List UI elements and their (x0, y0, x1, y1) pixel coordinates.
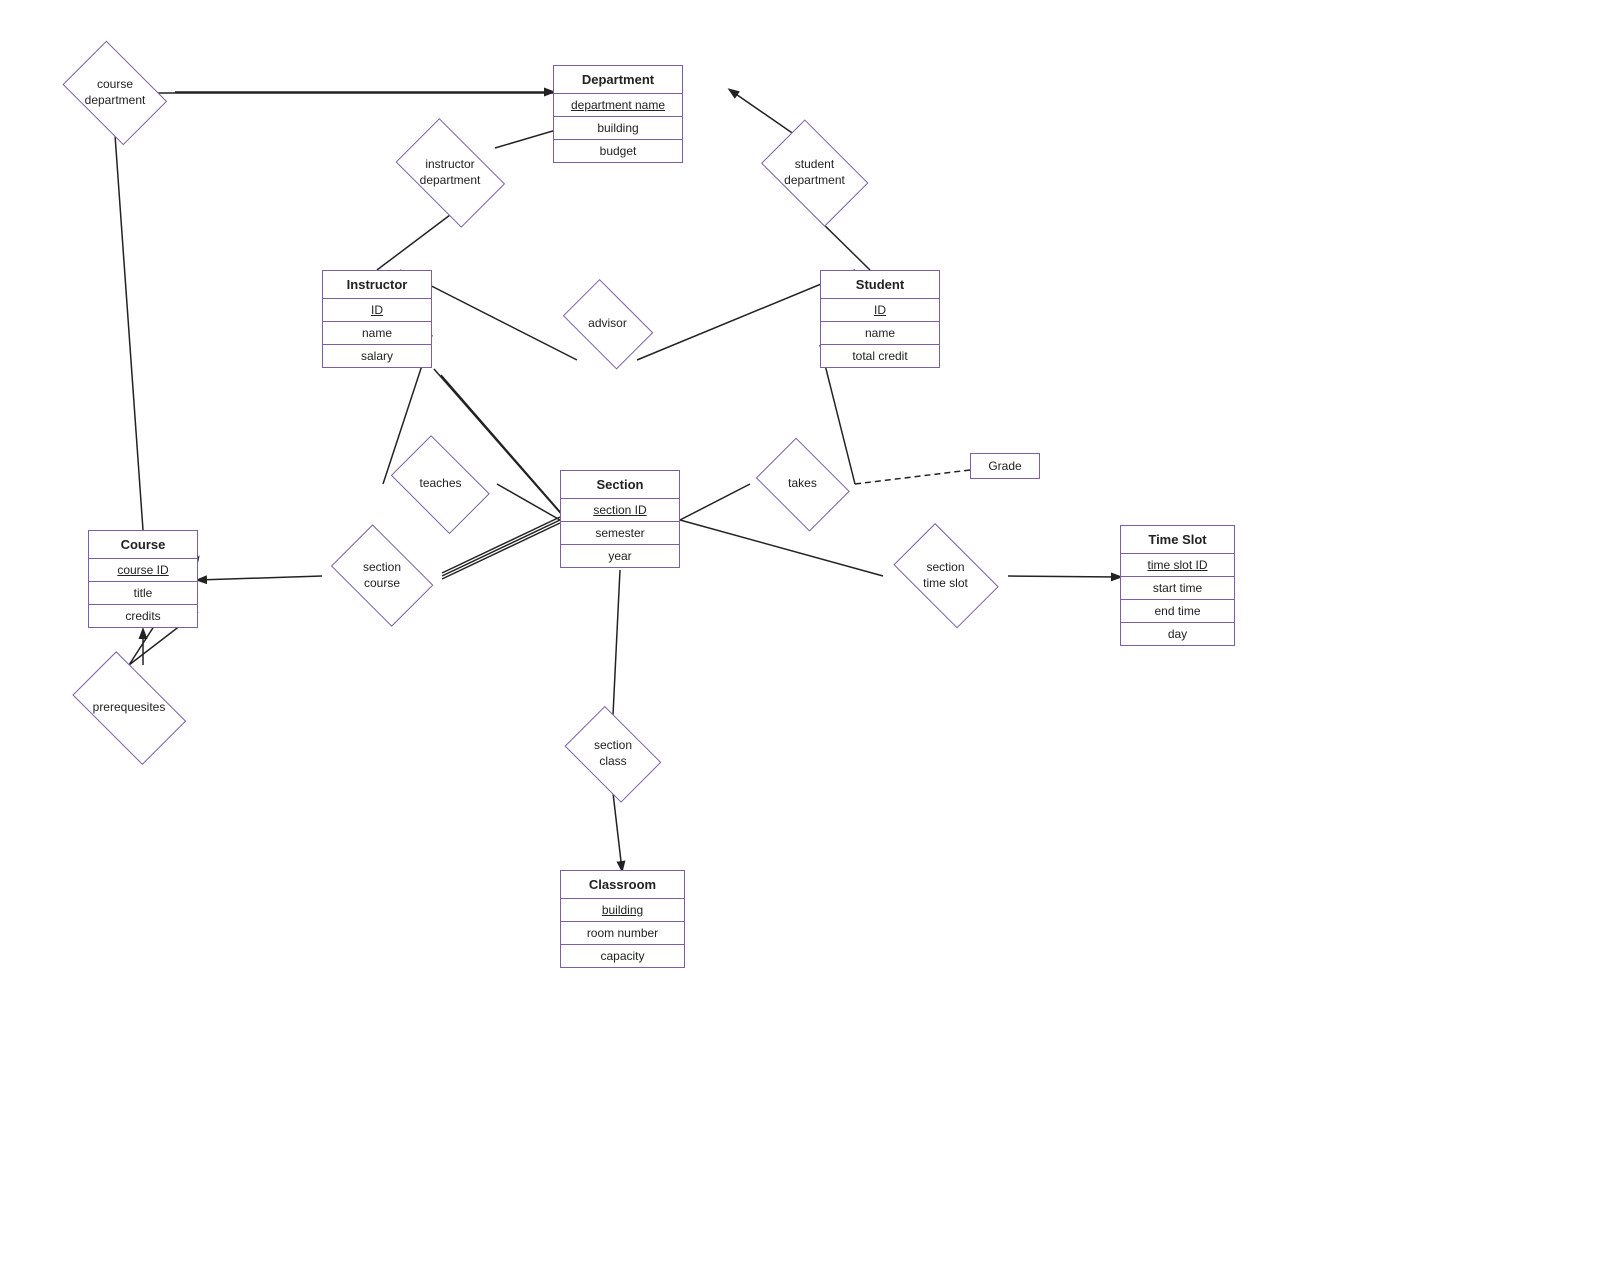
student-attr-id: ID (821, 299, 939, 322)
advisor-label: advisor (588, 316, 627, 332)
classroom-title: Classroom (561, 871, 684, 899)
section-attr-semester: semester (561, 522, 679, 545)
instructor-attr-id: ID (323, 299, 431, 322)
department-attr-building: building (554, 117, 682, 140)
advisor-diamond: advisor (555, 288, 660, 360)
course-attr-credits: credits (89, 605, 197, 627)
student-department-label: studentdepartment (784, 157, 845, 188)
timeslot-entity: Time Slot time slot ID start time end ti… (1120, 525, 1235, 646)
takes-diamond: takes (750, 445, 855, 523)
section-title: Section (561, 471, 679, 499)
section-class-diamond: sectionclass (557, 715, 669, 793)
course-department-diamond: coursedepartment (55, 50, 175, 135)
takes-label: takes (788, 476, 817, 492)
instructor-attr-name: name (323, 322, 431, 345)
grade-box: Grade (970, 453, 1040, 479)
timeslot-attr-id: time slot ID (1121, 554, 1234, 577)
classroom-entity: Classroom building room number capacity (560, 870, 685, 968)
instructor-attr-salary: salary (323, 345, 431, 367)
teaches-label: teaches (419, 476, 461, 492)
student-attr-credit: total credit (821, 345, 939, 367)
instructor-entity: Instructor ID name salary (322, 270, 432, 368)
classroom-attr-building: building (561, 899, 684, 922)
section-course-diamond: sectioncourse (322, 535, 442, 617)
instructor-title: Instructor (323, 271, 431, 299)
section-course-label: sectioncourse (363, 560, 401, 591)
course-attr-title: title (89, 582, 197, 605)
course-attr-id: course ID (89, 559, 197, 582)
student-department-diamond: studentdepartment (752, 130, 877, 215)
prereqs-label: prerequesites (93, 700, 166, 716)
instructor-department-diamond: instructordepartment (385, 130, 515, 215)
classroom-attr-room: room number (561, 922, 684, 945)
classroom-attr-capacity: capacity (561, 945, 684, 967)
section-attr-id: section ID (561, 499, 679, 522)
section-timeslot-diamond: sectiontime slot (883, 535, 1008, 617)
department-attr-budget: budget (554, 140, 682, 162)
course-entity: Course course ID title credits (88, 530, 198, 628)
section-entity: Section section ID semester year (560, 470, 680, 568)
section-attr-year: year (561, 545, 679, 567)
timeslot-attr-day: day (1121, 623, 1234, 645)
timeslot-title: Time Slot (1121, 526, 1234, 554)
department-entity: Department department name building budg… (553, 65, 683, 163)
student-title: Student (821, 271, 939, 299)
course-title: Course (89, 531, 197, 559)
course-department-label: coursedepartment (85, 77, 146, 108)
timeslot-attr-start: start time (1121, 577, 1234, 600)
student-attr-name: name (821, 322, 939, 345)
teaches-diamond: teaches (383, 445, 498, 523)
section-timeslot-label: sectiontime slot (923, 560, 968, 591)
timeslot-attr-end: end time (1121, 600, 1234, 623)
student-entity: Student ID name total credit (820, 270, 940, 368)
department-title: Department (554, 66, 682, 94)
prereqs-diamond: prerequesites (60, 665, 198, 750)
grade-label: Grade (971, 454, 1039, 478)
section-class-label: sectionclass (594, 738, 632, 769)
instructor-department-label: instructordepartment (420, 157, 481, 188)
department-attr-name: department name (554, 94, 682, 117)
